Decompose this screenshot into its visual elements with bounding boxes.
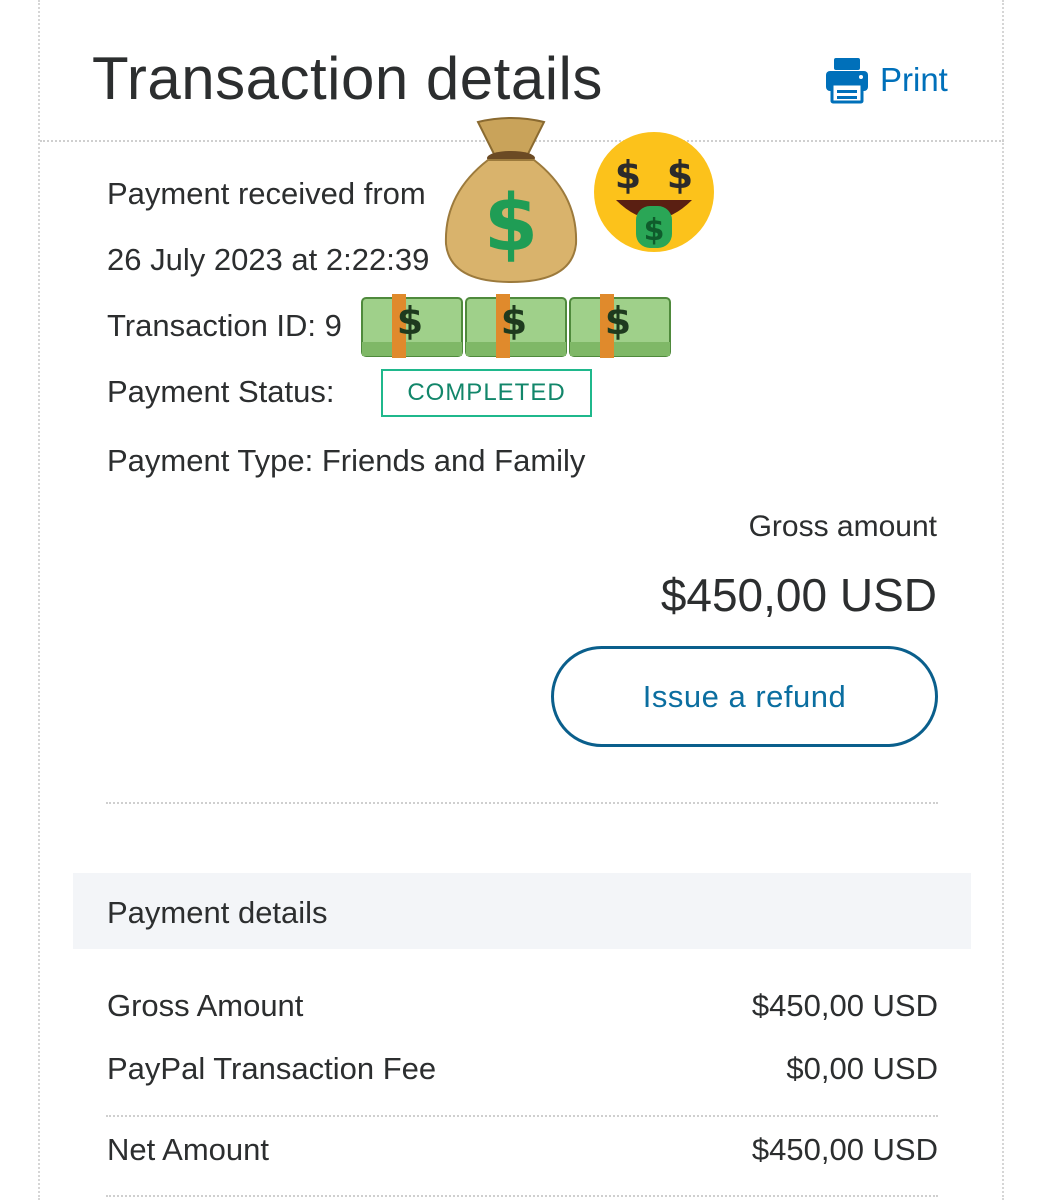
- detail-row: PayPal Transaction Fee $0,00 USD: [107, 1051, 938, 1091]
- detail-row: Net Amount $450,00 USD: [107, 1132, 938, 1172]
- transaction-id: Transaction ID: 9: [107, 308, 342, 343]
- print-button[interactable]: Print: [824, 54, 948, 106]
- payment-status-label: Payment Status:: [107, 374, 335, 409]
- money-mouth-face-icon: $ $ $: [594, 132, 714, 252]
- svg-text:$: $: [484, 179, 538, 269]
- page-title: Transaction details: [92, 45, 603, 112]
- money-bag-icon: $: [444, 117, 578, 284]
- detail-label: Net Amount: [107, 1132, 269, 1167]
- svg-text:$: $: [644, 213, 665, 248]
- gross-amount-label: Gross amount: [748, 510, 937, 543]
- transaction-date: 26 July 2023 at 2:22:39: [107, 242, 430, 277]
- detail-label: PayPal Transaction Fee: [107, 1051, 437, 1086]
- detail-value: $450,00 USD: [751, 988, 938, 1023]
- dollar-banknote-stack-icon: $: [361, 294, 463, 358]
- row-divider: [106, 1115, 938, 1117]
- detail-value: $450,00 USD: [751, 1132, 938, 1167]
- issue-refund-button[interactable]: Issue a refund: [551, 646, 938, 747]
- row-divider: [106, 1195, 938, 1197]
- svg-text:$: $: [501, 299, 527, 343]
- detail-value: $0,00 USD: [786, 1051, 938, 1086]
- svg-text:$: $: [667, 153, 693, 197]
- section-divider: [106, 802, 938, 804]
- payment-type-line: Payment Type: Friends and Family: [107, 443, 586, 478]
- svg-text:$: $: [615, 153, 641, 197]
- payment-received-line: Payment received from: [107, 176, 426, 211]
- detail-label: Gross Amount: [107, 988, 304, 1023]
- payment-details-title: Payment details: [107, 895, 328, 930]
- gross-amount-value: $450,00 USD: [660, 569, 937, 621]
- dollar-banknote-stack-icon: $: [569, 294, 671, 358]
- dollar-banknote-stack-icon: $: [465, 294, 567, 358]
- status-badge: COMPLETED: [381, 369, 592, 417]
- svg-text:$: $: [397, 299, 423, 343]
- printer-icon: [826, 58, 868, 104]
- svg-text:$: $: [605, 299, 631, 343]
- detail-row: Gross Amount $450,00 USD: [107, 988, 938, 1028]
- print-label: Print: [880, 61, 948, 98]
- payment-details-header: Payment details: [73, 873, 971, 949]
